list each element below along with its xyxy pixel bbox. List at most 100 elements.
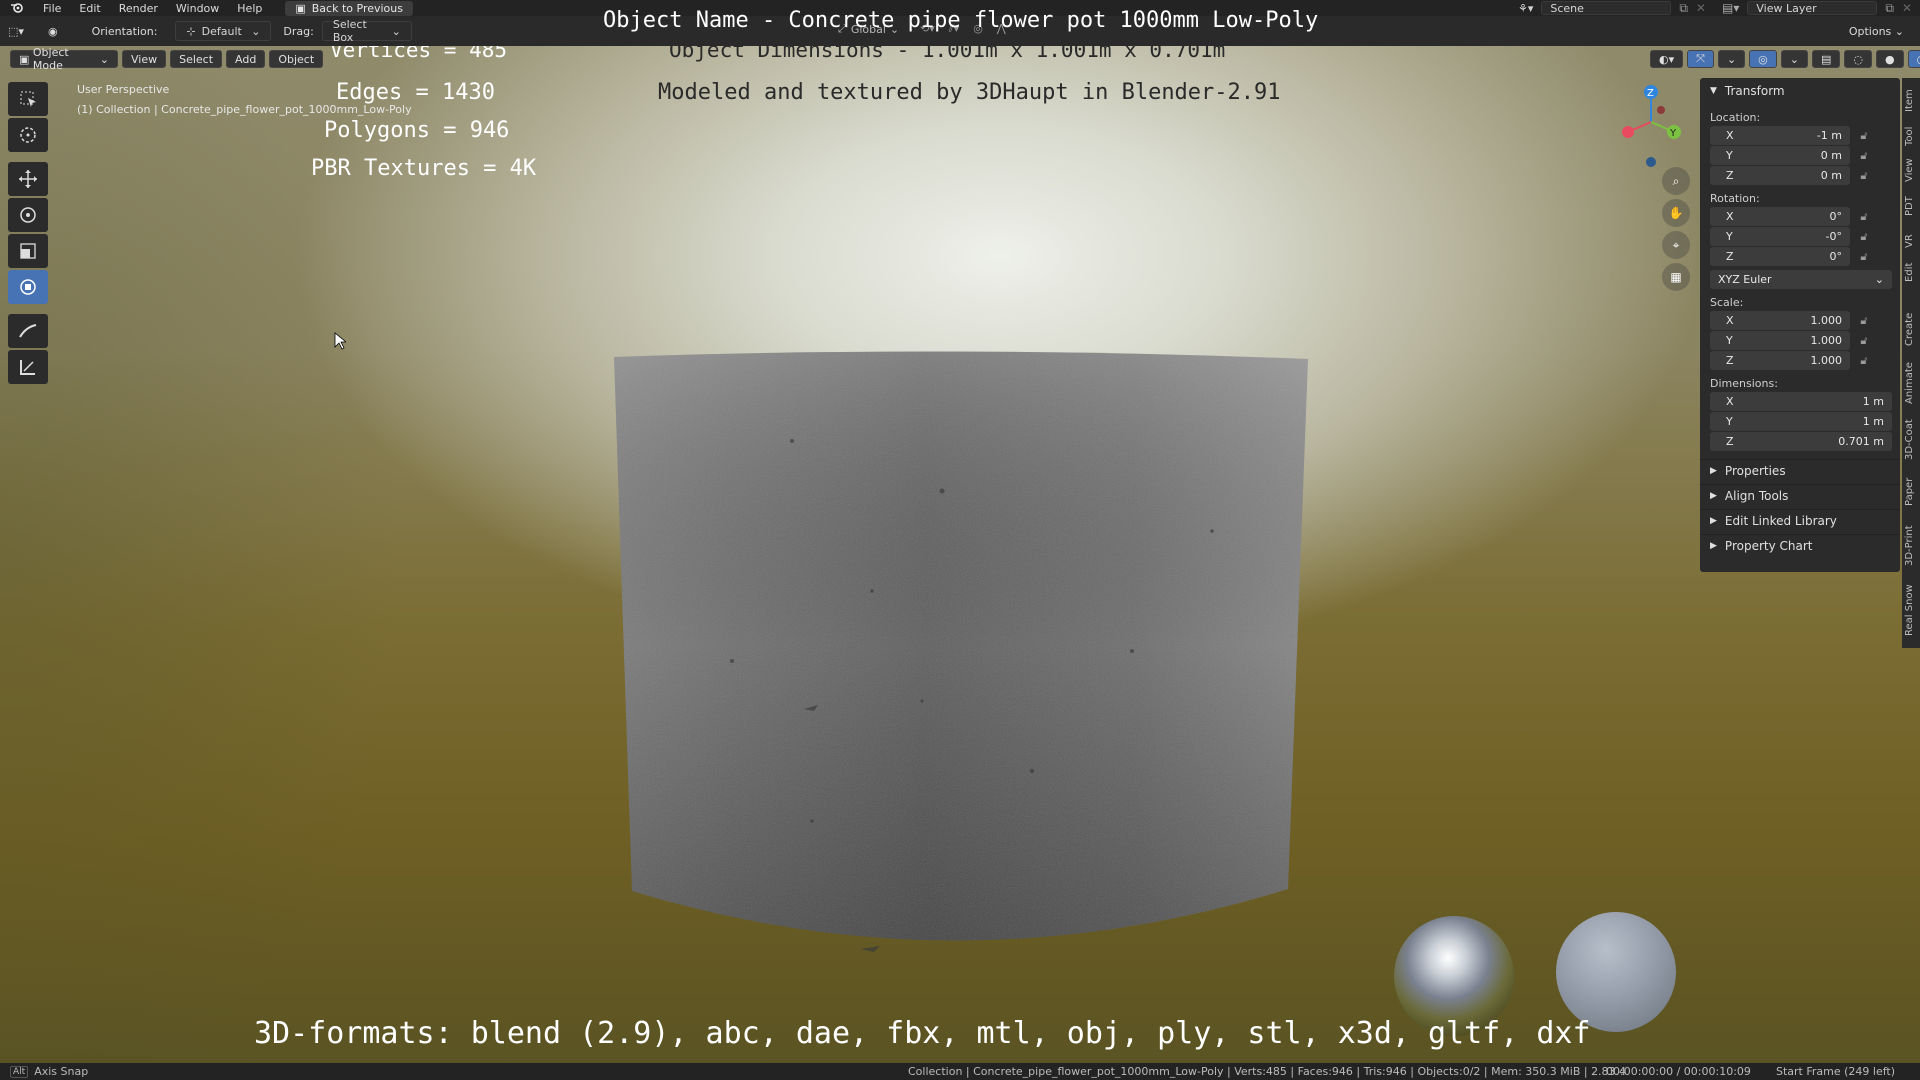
overlay-toggle-icon[interactable]: ◎	[1749, 50, 1777, 68]
tab-animate[interactable]: Animate	[1904, 362, 1915, 404]
scene-copy-icon[interactable]: ⧉	[1679, 1, 1688, 16]
viewport-info: User Perspective (1) Collection | Concre…	[77, 80, 412, 120]
back-to-previous-button[interactable]: ▣ Back to Previous	[285, 0, 413, 16]
location-z-field[interactable]: Z 0 m	[1710, 166, 1850, 185]
tab-item[interactable]: Item	[1904, 89, 1915, 112]
properties-section[interactable]: ▶ Properties	[1700, 459, 1900, 481]
rotation-z-field[interactable]: Z 0°	[1710, 247, 1850, 266]
rotation-y-field[interactable]: Y -0°	[1710, 227, 1850, 246]
polygons-count: Polygons = 946	[324, 118, 510, 143]
move-tool-icon[interactable]	[8, 162, 48, 196]
pan-hand-icon[interactable]: ✋	[1662, 199, 1690, 227]
tab-create[interactable]: Create	[1904, 313, 1915, 346]
lock-icon[interactable]: 🔓︎	[1850, 169, 1878, 183]
lock-icon[interactable]: 🔓︎	[1850, 230, 1878, 244]
scene-close-icon[interactable]: ✕	[1696, 1, 1706, 15]
drag-dropdown[interactable]: Select Box ⌄	[321, 18, 412, 44]
concrete-pot-mesh[interactable]	[612, 351, 1309, 965]
object-mode-dropdown[interactable]: ▣ Object Mode ⌄	[10, 46, 118, 72]
transform-tool-icon[interactable]	[8, 270, 48, 304]
scale-x-field[interactable]: X 1.000	[1710, 311, 1850, 330]
cursor-tool-icon[interactable]	[8, 118, 48, 152]
tab-3d-coat[interactable]: 3D-Coat	[1904, 419, 1915, 460]
menu-help[interactable]: Help	[228, 2, 271, 15]
view-layer-selector[interactable]: View Layer	[1747, 1, 1878, 15]
tab-real-snow[interactable]: Real Snow	[1904, 584, 1915, 636]
status-bar: Alt Axis Snap Collection | Concrete_pipe…	[0, 1063, 1920, 1080]
menu-edit[interactable]: Edit	[70, 2, 109, 15]
transform-header[interactable]: ▼ Transform	[1700, 80, 1900, 102]
view-layer-close-icon[interactable]: ✕	[1902, 1, 1912, 15]
menu-window[interactable]: Window	[167, 2, 228, 15]
location-y-value: 0 m	[1820, 149, 1842, 162]
alt-key-badge: Alt	[10, 1065, 29, 1078]
view-layer-copy-icon[interactable]: ⧉	[1885, 1, 1894, 16]
options-dropdown[interactable]: Options ⌄	[1841, 21, 1912, 41]
scale-tool-icon[interactable]	[8, 234, 48, 268]
rotate-tool-icon[interactable]	[8, 198, 48, 232]
lock-icon[interactable]: 🔓︎	[1850, 210, 1878, 224]
orientation-dropdown[interactable]: ⊹ Default ⌄	[175, 21, 272, 41]
rotation-mode-dropdown[interactable]: XYZ Euler ⌄	[1710, 270, 1892, 289]
gizmo-dropdown-icon[interactable]: ⌄	[1717, 50, 1746, 68]
select-box-tool-icon[interactable]	[8, 82, 48, 116]
tab-edit[interactable]: Edit	[1904, 263, 1915, 282]
solid-shading-icon[interactable]: ●	[1876, 50, 1904, 68]
camera-view-icon[interactable]: ⌖	[1662, 231, 1690, 259]
view-menu[interactable]: View	[122, 50, 167, 68]
add-menu[interactable]: Add	[226, 50, 266, 68]
tab-pdt[interactable]: PDT	[1904, 196, 1915, 216]
location-y-field[interactable]: Y 0 m	[1710, 146, 1850, 165]
object-menu[interactable]: Object	[269, 50, 324, 68]
editor-type-button[interactable]: ⬚▾	[0, 21, 40, 41]
gizmo-neg-z-axis[interactable]	[1646, 157, 1656, 167]
xray-icon[interactable]: ▤	[1811, 50, 1841, 68]
wireframe-shading-icon[interactable]: ◌	[1844, 50, 1872, 68]
perspective-toggle-icon[interactable]: ▦	[1662, 263, 1690, 291]
tab-vr[interactable]: VR	[1904, 234, 1915, 248]
blender-logo-icon[interactable]	[0, 1, 34, 16]
lock-icon[interactable]: 🔓︎	[1850, 354, 1878, 368]
lock-icon[interactable]: 🔓︎	[1850, 250, 1878, 264]
lock-icon[interactable]: 🔓︎	[1850, 334, 1878, 348]
edit-linked-library-section[interactable]: ▶ Edit Linked Library	[1700, 509, 1900, 531]
zoom-icon[interactable]: ⌕	[1662, 167, 1690, 195]
scale-x-value: 1.000	[1810, 314, 1843, 327]
gizmo-x-axis[interactable]	[1622, 126, 1634, 138]
rotation-x-value: 0°	[1829, 210, 1843, 223]
location-label: Location:	[1710, 110, 1761, 124]
screen-icon: ▣	[295, 1, 306, 15]
chevron-right-icon: ▶	[1710, 465, 1717, 476]
gizmo-toggle-icon[interactable]: ⤧	[1687, 50, 1714, 68]
property-chart-section[interactable]: ▶ Property Chart	[1700, 534, 1900, 556]
align-tools-section[interactable]: ▶ Align Tools	[1700, 484, 1900, 506]
dimensions-z-field[interactable]: Z 0.701 m	[1710, 432, 1892, 451]
axis-snap-hint: Axis Snap	[34, 1065, 89, 1078]
location-x-field[interactable]: X -1 m	[1710, 126, 1850, 145]
tab-tool[interactable]: Tool	[1904, 127, 1915, 146]
rotation-x-field[interactable]: X 0°	[1710, 207, 1850, 226]
dimensions-y-field[interactable]: Y 1 m	[1710, 412, 1892, 431]
overlay-dropdown-icon[interactable]: ⌄	[1780, 50, 1808, 68]
lock-icon[interactable]: 🔓︎	[1850, 314, 1878, 328]
tab-3d-print[interactable]: 3D-Print	[1904, 525, 1915, 566]
scale-y-field[interactable]: Y 1.000	[1710, 331, 1850, 350]
material-shading-icon[interactable]: ◑	[1907, 50, 1920, 68]
annotate-tool-icon[interactable]	[8, 314, 48, 348]
select-menu[interactable]: Select	[170, 50, 223, 68]
3d-viewport[interactable]: Vertices = 485 Edges = 1430 Polygons = 9…	[0, 46, 1920, 1063]
visibility-icon[interactable]: ◐▾	[1650, 50, 1684, 68]
lock-icon[interactable]: 🔓︎	[1850, 149, 1878, 163]
tool-settings-icon[interactable]: ◉	[40, 21, 66, 41]
menu-render[interactable]: Render	[110, 2, 167, 15]
navigation-gizmo[interactable]: Z Y	[1616, 82, 1686, 172]
dimensions-x-field[interactable]: X 1 m	[1710, 392, 1892, 411]
gizmo-neg-axis[interactable]	[1657, 106, 1665, 114]
scale-z-field[interactable]: Z 1.000	[1710, 351, 1850, 370]
tab-view[interactable]: View	[1904, 158, 1915, 182]
lock-icon[interactable]: 🔓︎	[1850, 129, 1878, 143]
menu-file[interactable]: File	[34, 2, 70, 15]
scene-selector[interactable]: Scene	[1541, 1, 1672, 15]
tab-paper[interactable]: Paper	[1904, 478, 1915, 506]
measure-tool-icon[interactable]	[8, 350, 48, 384]
